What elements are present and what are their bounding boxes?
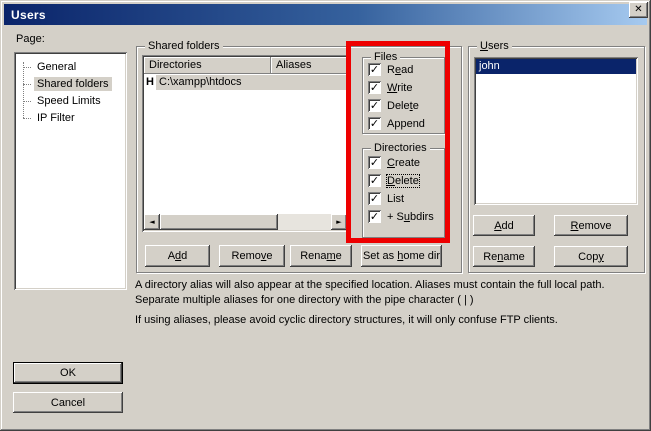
scroll-left-button[interactable]: ◄	[144, 214, 160, 230]
rename-user-button[interactable]: Rename	[473, 246, 535, 267]
checkbox-create[interactable]: ✓ Create	[368, 156, 420, 169]
remove-user-button[interactable]: Remove	[554, 215, 628, 236]
check-icon: ✓	[370, 157, 379, 168]
scroll-right-button[interactable]: ►	[331, 214, 347, 230]
list-header: Directories Aliases	[144, 57, 347, 74]
checkbox-read[interactable]: ✓ Read	[368, 63, 413, 76]
checkbox-delete-dirs[interactable]: ✓ Delete	[368, 174, 419, 187]
remove-directory-button[interactable]: Remove	[219, 245, 285, 267]
check-icon: ✓	[370, 175, 379, 186]
directory-row[interactable]: H C:\xampp\htdocs	[144, 74, 347, 90]
users-dialog: Users ✕ Page: General Shared folders Spe…	[0, 0, 651, 431]
check-icon: ✓	[370, 118, 379, 129]
list-checkbox-box[interactable]: ✓	[368, 192, 381, 205]
ok-button[interactable]: OK	[13, 362, 123, 384]
tree-item-general[interactable]: General	[23, 59, 79, 75]
directories-group-label: Directories	[371, 141, 430, 155]
arrow-right-icon: ►	[336, 219, 341, 226]
horizontal-scrollbar[interactable]: ◄ ►	[144, 214, 347, 230]
set-home-dir-button[interactable]: Set as home dir	[361, 245, 442, 267]
add-user-button[interactable]: Add	[473, 215, 535, 236]
title-bar[interactable]: Users	[4, 4, 647, 25]
users-list[interactable]: john	[474, 57, 638, 205]
tree-item-ip-filter[interactable]: IP Filter	[23, 110, 78, 126]
tree-item-shared-folders[interactable]: Shared folders	[23, 76, 112, 92]
column-header-directories[interactable]: Directories	[144, 57, 271, 74]
close-icon: ✕	[634, 5, 642, 15]
delete-dirs-checkbox-box[interactable]: ✓	[368, 174, 381, 187]
check-icon: ✓	[370, 64, 379, 75]
directories-list[interactable]: Directories Aliases H C:\xampp\htdocs ◄ …	[142, 55, 349, 232]
check-icon: ✓	[370, 211, 379, 222]
column-header-aliases[interactable]: Aliases	[271, 57, 347, 74]
read-checkbox-box[interactable]: ✓	[368, 63, 381, 76]
checkbox-append[interactable]: ✓ Append	[368, 117, 425, 130]
check-icon: ✓	[370, 193, 379, 204]
users-group-label: Users	[477, 39, 512, 53]
directory-path: C:\xampp\htdocs	[156, 75, 347, 90]
subdirs-checkbox-box[interactable]: ✓	[368, 210, 381, 223]
page-label: Page:	[16, 33, 45, 45]
checkbox-list[interactable]: ✓ List	[368, 192, 404, 205]
page-tree[interactable]: General Shared folders Speed Limits IP F…	[14, 52, 127, 290]
checkbox-write[interactable]: ✓ Write	[368, 81, 412, 94]
shared-folders-group-label: Shared folders	[145, 39, 223, 53]
write-checkbox-box[interactable]: ✓	[368, 81, 381, 94]
window-title: Users	[11, 8, 46, 22]
scrollbar-thumb[interactable]	[160, 214, 278, 230]
user-row-john[interactable]: john	[476, 59, 636, 74]
home-flag: H	[144, 76, 156, 88]
copy-user-button[interactable]: Copy	[554, 246, 628, 267]
close-button[interactable]: ✕	[629, 2, 648, 18]
alias-note: A directory alias will also appear at th…	[135, 278, 649, 308]
cyclic-note: If using aliases, please avoid cyclic di…	[135, 313, 649, 328]
checkbox-subdirs[interactable]: ✓ + Subdirs	[368, 210, 434, 223]
rename-directory-button[interactable]: Rename	[290, 245, 352, 267]
files-group-label: Files	[371, 50, 400, 64]
check-icon: ✓	[370, 100, 379, 111]
add-directory-button[interactable]: Add	[145, 245, 210, 267]
append-checkbox-box[interactable]: ✓	[368, 117, 381, 130]
check-icon: ✓	[370, 82, 379, 93]
delete-files-checkbox-box[interactable]: ✓	[368, 99, 381, 112]
cancel-button[interactable]: Cancel	[13, 392, 123, 413]
tree-item-speed-limits[interactable]: Speed Limits	[23, 93, 104, 109]
create-checkbox-box[interactable]: ✓	[368, 156, 381, 169]
arrow-left-icon: ◄	[149, 219, 154, 226]
checkbox-delete-files[interactable]: ✓ Delete	[368, 99, 419, 112]
